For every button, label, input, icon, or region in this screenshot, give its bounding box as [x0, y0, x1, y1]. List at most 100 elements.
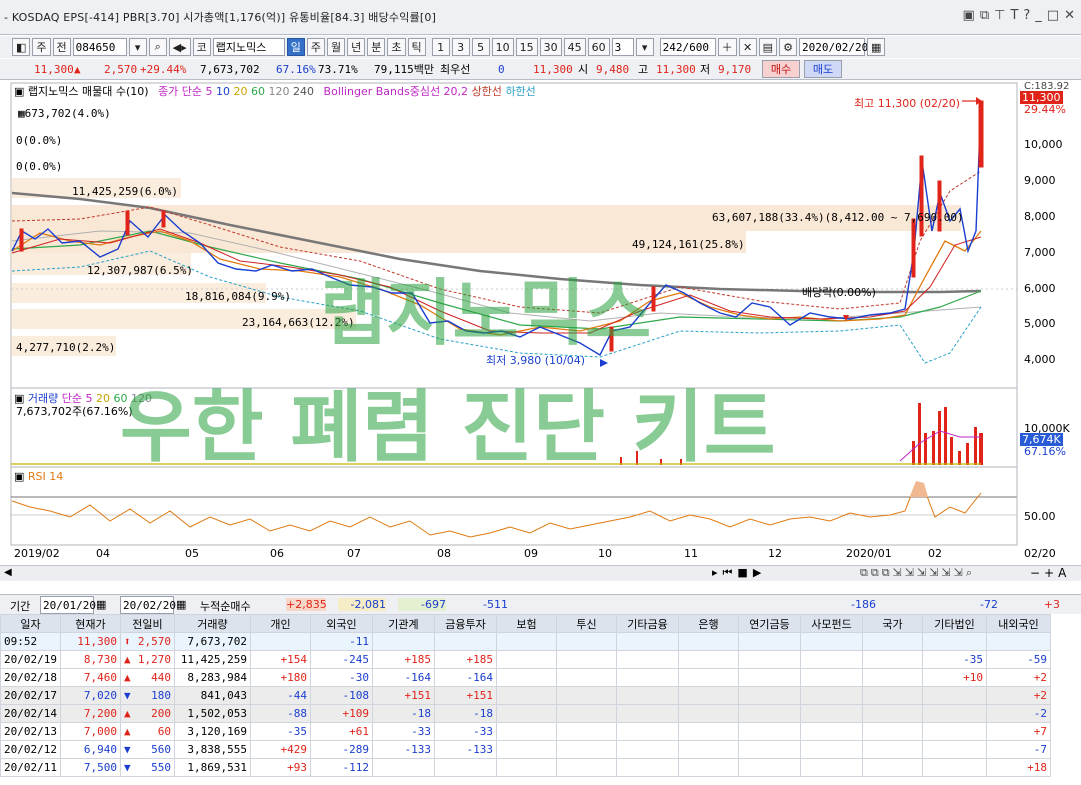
- tab-period-week[interactable]: 주: [306, 38, 326, 56]
- count-input[interactable]: 242/600: [659, 38, 716, 56]
- zoom-icons[interactable]: −+A: [1030, 566, 1070, 580]
- col-price[interactable]: 현재가: [59, 614, 121, 633]
- help-icon[interactable]: ?: [1023, 8, 1030, 23]
- playback-icons[interactable]: ▸⏮■▶: [712, 566, 766, 580]
- tab-period-tick[interactable]: 틱: [407, 38, 426, 56]
- calendar-icon[interactable]: ▦: [867, 38, 886, 56]
- table-row[interactable]: 20/02/17 7,020 ▼ 180 841,043 -44 -108 +151 +151…: [0, 686, 1051, 705]
- chart-area[interactable]: ▣ 랩지노믹스 매물대 수(10) 종가 단순 5 10 20 60 120 2…: [0, 81, 1081, 580]
- col-other-finance[interactable]: 기타금융: [615, 614, 679, 633]
- interval-15[interactable]: 15: [515, 38, 538, 56]
- cell-fin: +151: [433, 686, 497, 705]
- tab-period-month[interactable]: 월: [327, 38, 346, 56]
- maximize-icon[interactable]: □: [1047, 8, 1059, 23]
- interval-10[interactable]: 10: [491, 38, 514, 56]
- tab-period-second[interactable]: 초: [387, 38, 406, 56]
- volume-tag-pct: 67.16%: [1024, 445, 1066, 458]
- up-arrow-icon: ▲: [74, 62, 81, 76]
- legend-main[interactable]: 랩지노믹스 매물대 수(10): [28, 85, 149, 98]
- sound-icon[interactable]: ◀▸: [168, 38, 191, 56]
- col-foreign[interactable]: 외국인: [309, 614, 373, 633]
- col-government[interactable]: 국가: [861, 614, 923, 633]
- zoom-in-icon[interactable]: ＋: [717, 38, 737, 56]
- col-individual[interactable]: 개인: [249, 614, 311, 633]
- scroll-left-icon[interactable]: ◀: [4, 567, 12, 578]
- date-input[interactable]: 2020/02/20: [799, 38, 868, 56]
- table-row[interactable]: 20/02/19 8,730 ▲ 1,270 11,425,259 +154 -245 +1…: [0, 650, 1051, 669]
- tab-period-year[interactable]: 년: [347, 38, 366, 56]
- period-from-input[interactable]: 20/01/20: [40, 596, 96, 614]
- col-trust[interactable]: 투신: [555, 614, 617, 633]
- copy-icon[interactable]: ⧉: [980, 8, 989, 23]
- cell-ind: +154: [249, 650, 311, 669]
- calendar-icon[interactable]: ▦: [176, 598, 186, 611]
- window-icon[interactable]: ▣: [963, 8, 975, 23]
- table-row[interactable]: 20/02/12 6,940 ▼ 560 3,838,555 +429 -289 -133-…: [0, 740, 1051, 759]
- interval-5[interactable]: 5: [471, 38, 490, 56]
- chart-scrollbar[interactable]: ◀ ▸⏮■▶ ⧉⧉⧉⇲⇲⇲⇲⇲⇲⌕ −+A: [0, 565, 1081, 581]
- x-axis-label: 10: [598, 547, 612, 560]
- cell-date: 20/02/13: [0, 722, 61, 741]
- legend-ma5[interactable]: 종가 단순 5: [158, 85, 212, 98]
- rsi-label[interactable]: RSI 14: [28, 470, 63, 483]
- col-insurance[interactable]: 보험: [495, 614, 557, 633]
- interval-dropdown-icon[interactable]: ▾: [635, 38, 654, 56]
- table-row[interactable]: 20/02/14 7,200 ▲ 200 1,502,053 -88 +109 -18 -18…: [0, 704, 1051, 723]
- cell-frn: -30: [309, 668, 373, 687]
- settings-icon[interactable]: ⚙: [779, 38, 798, 56]
- col-private-equity[interactable]: 사모펀드: [799, 614, 863, 633]
- col-institution[interactable]: 기관계: [371, 614, 435, 633]
- table-row[interactable]: 09:52 11,300 ⬆ 2,570 7,673,702 -11: [0, 632, 1051, 651]
- legend-ma120[interactable]: 120: [269, 85, 290, 98]
- code-dropdown-icon[interactable]: ▾: [128, 38, 147, 56]
- interval-60[interactable]: 60: [587, 38, 610, 56]
- col-finance[interactable]: 금융투자: [433, 614, 497, 633]
- legend-bb-lower[interactable]: 하한선: [505, 85, 535, 98]
- close-icon[interactable]: ✕: [1064, 8, 1075, 23]
- sum-other-corp: -72: [980, 598, 998, 611]
- legend-ma10[interactable]: 10: [216, 85, 230, 98]
- tab-period-day[interactable]: 일: [286, 38, 305, 56]
- col-change[interactable]: 전일비: [119, 614, 175, 633]
- tab-period-minute[interactable]: 분: [367, 38, 386, 56]
- sell-button[interactable]: 매도: [804, 60, 842, 78]
- cell-dom: +2: [985, 668, 1051, 687]
- cell-price: 7,200: [59, 704, 121, 723]
- table-row[interactable]: 20/02/13 7,000 ▲ 60 3,120,169 -35 +61 -33 -33 +7: [0, 722, 1051, 741]
- x-axis-label: 11: [684, 547, 698, 560]
- layout-icon[interactable]: ◧: [12, 38, 31, 56]
- minimize-icon[interactable]: _: [1035, 8, 1042, 23]
- prev-button[interactable]: 전: [52, 38, 71, 56]
- col-date[interactable]: 일자: [0, 614, 61, 633]
- legend-ma20[interactable]: 20: [234, 85, 248, 98]
- period-to-input[interactable]: 20/02/20: [120, 596, 176, 614]
- interval-45[interactable]: 45: [563, 38, 586, 56]
- cell-change: ▼ 180: [119, 686, 175, 705]
- col-other-corp[interactable]: 기타법인: [921, 614, 987, 633]
- interval-3[interactable]: 3: [451, 38, 470, 56]
- stock-code-input[interactable]: 084650: [72, 38, 127, 56]
- legend-bb[interactable]: Bollinger Bands중심선 20,2: [324, 85, 469, 98]
- legend-bb-upper[interactable]: 상한선: [472, 85, 502, 98]
- crosshair-icon[interactable]: ✕: [738, 38, 757, 56]
- interval-30[interactable]: 30: [539, 38, 562, 56]
- pin-icon[interactable]: ⊤: [994, 8, 1005, 23]
- legend-ma240[interactable]: 240: [293, 85, 314, 98]
- legend-ma60[interactable]: 60: [251, 85, 265, 98]
- interval-1[interactable]: 1: [431, 38, 450, 56]
- mode-select[interactable]: 주: [32, 38, 51, 56]
- save-icon[interactable]: ▤: [758, 38, 778, 56]
- drawing-tools-icons[interactable]: ⧉⧉⧉⇲⇲⇲⇲⇲⇲⌕: [860, 566, 975, 580]
- cell-frn: -108: [309, 686, 373, 705]
- text-icon[interactable]: T: [1010, 8, 1018, 23]
- col-domestic-foreign[interactable]: 내외국인: [985, 614, 1051, 633]
- col-bank[interactable]: 은행: [677, 614, 739, 633]
- col-pension[interactable]: 연기금등: [737, 614, 801, 633]
- table-row[interactable]: 20/02/18 7,460 ▲ 440 8,283,984 +180 -30 -164 -1…: [0, 668, 1051, 687]
- search-icon[interactable]: ⌕: [148, 38, 167, 56]
- table-row[interactable]: 20/02/11 7,500 ▼ 550 1,869,531 +93 -112 +18: [0, 758, 1051, 777]
- buy-button[interactable]: 매수: [762, 60, 800, 78]
- col-volume[interactable]: 거래량: [173, 614, 251, 633]
- calendar-icon[interactable]: ▦: [96, 598, 106, 611]
- interval-value-input[interactable]: 3: [611, 38, 634, 56]
